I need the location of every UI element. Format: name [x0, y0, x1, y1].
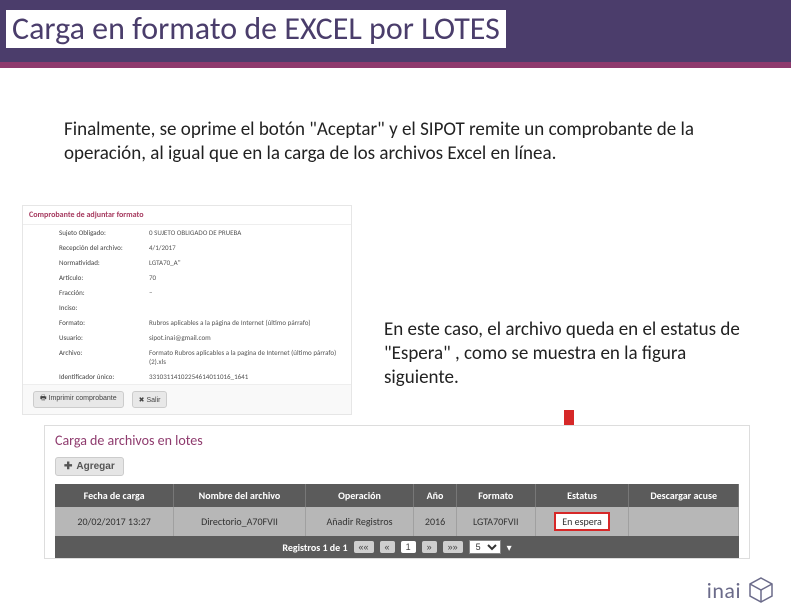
receipt-value: LGTA70_A"	[149, 258, 341, 267]
current-page-button[interactable]: 1	[401, 541, 416, 553]
page-size-select[interactable]: 5	[469, 540, 501, 554]
table-header: Año	[414, 484, 456, 507]
receipt-value: Formato Rubros aplicables a la pagina de…	[149, 348, 341, 366]
cell-fecha: 20/02/2017 13:27	[55, 507, 174, 536]
print-receipt-button[interactable]: 🖶 Imprimir comprobante	[33, 391, 124, 408]
receipt-row: Artículo:70	[23, 270, 351, 285]
logo-text: inai	[707, 577, 741, 604]
receipt-key: Sujeto Obligado:	[59, 228, 149, 237]
table-header: Fecha de carga	[55, 484, 174, 507]
cube-icon	[747, 576, 775, 604]
title-bar: Carga en formato de EXCEL por LOTES	[0, 0, 791, 68]
receipt-value: 70	[149, 273, 341, 282]
receipt-value: sipot.inai@gmail.com	[149, 333, 341, 342]
receipt-key: Normatividad:	[59, 258, 149, 267]
receipt-row: Formato:Rubros aplicables a la página de…	[23, 315, 351, 330]
last-page-button[interactable]: »»	[443, 541, 463, 553]
receipt-key: Archivo:	[59, 348, 149, 366]
table-row: 20/02/2017 13:27 Directorio_A70FVII Añad…	[55, 507, 739, 536]
add-button[interactable]: ✚ Agregar	[55, 457, 124, 476]
receipt-row: Recepción del archivo:4/1/2017	[23, 240, 351, 255]
paginator-label: Registros 1 de 1	[282, 541, 347, 554]
receipt-row: Sujeto Obligado:0 SUJETO OBLIGADO DE PRU…	[23, 225, 351, 240]
cell-operacion: Añadir Registros	[305, 507, 414, 536]
plus-icon: ✚	[64, 461, 72, 472]
table-header: Descargar acuse	[629, 484, 739, 507]
paragraph-1: Finalmente, se oprime el botón "Aceptar"…	[64, 118, 731, 166]
add-label: Agregar	[76, 461, 114, 472]
receipt-rows: Sujeto Obligado:0 SUJETO OBLIGADO DE PRU…	[23, 225, 351, 384]
batch-upload-panel: Carga de archivos en lotes ✚ Agregar Fec…	[44, 425, 750, 559]
receipt-value: –	[149, 288, 341, 297]
exit-label: Salir	[146, 397, 160, 404]
receipt-row: Identificador único:33103114102254614011…	[23, 369, 351, 384]
receipt-row: Inciso:	[23, 300, 351, 315]
table-header: Operación	[305, 484, 414, 507]
paragraph-2: En este caso, el archivo queda en el est…	[384, 318, 761, 389]
receipt-value: 0 SUJETO OBLIGADO DE PRUEBA	[149, 228, 341, 237]
receipt-key: Artículo:	[59, 273, 149, 282]
receipt-key: Formato:	[59, 318, 149, 327]
table-header: Estatus	[535, 484, 629, 507]
cell-acuse	[629, 507, 739, 536]
paginator: Registros 1 de 1 «« « 1 » »» 5 ▾	[55, 536, 739, 558]
chevron-down-icon: ▾	[507, 541, 512, 554]
table-header-row: Fecha de cargaNombre del archivoOperació…	[55, 484, 739, 507]
receipt-button-bar: 🖶 Imprimir comprobante ✖ Salir	[23, 384, 351, 414]
inai-logo: inai	[707, 576, 775, 604]
receipt-panel: Comprobante de adjuntar formato Sujeto O…	[22, 205, 352, 415]
prev-page-button[interactable]: «	[380, 541, 395, 553]
receipt-row: Archivo:Formato Rubros aplicables a la p…	[23, 345, 351, 369]
receipt-row: Usuario:sipot.inai@gmail.com	[23, 330, 351, 345]
batch-table: Fecha de cargaNombre del archivoOperació…	[55, 484, 739, 536]
print-label: Imprimir comprobante	[49, 395, 117, 402]
receipt-key: Recepción del archivo:	[59, 243, 149, 252]
receipt-value	[149, 303, 341, 312]
receipt-key: Inciso:	[59, 303, 149, 312]
cell-nombre: Directorio_A70FVII	[174, 507, 305, 536]
status-badge: En espera	[554, 512, 610, 531]
receipt-row: Fracción:–	[23, 285, 351, 300]
receipt-row: Normatividad:LGTA70_A"	[23, 255, 351, 270]
cell-anio: 2016	[414, 507, 456, 536]
exit-button[interactable]: ✖ Salir	[132, 391, 168, 408]
batch-title: Carga de archivos en lotes	[45, 426, 749, 455]
table-header: Formato	[456, 484, 535, 507]
page-title: Carga en formato de EXCEL por LOTES	[6, 10, 506, 48]
table-header: Nombre del archivo	[174, 484, 305, 507]
receipt-key: Identificador único:	[59, 372, 149, 381]
receipt-value: 33103114102254614011016_1641	[149, 372, 341, 381]
cell-estatus: En espera	[535, 507, 629, 536]
exit-icon: ✖	[139, 397, 145, 404]
next-page-button[interactable]: »	[422, 541, 437, 553]
receipt-title: Comprobante de adjuntar formato	[23, 206, 351, 225]
receipt-key: Fracción:	[59, 288, 149, 297]
receipt-value: Rubros aplicables a la página de Interne…	[149, 318, 341, 327]
cell-formato: LGTA70FVII	[456, 507, 535, 536]
print-icon: 🖶	[40, 395, 47, 402]
first-page-button[interactable]: ««	[354, 541, 374, 553]
receipt-key: Usuario:	[59, 333, 149, 342]
receipt-value: 4/1/2017	[149, 243, 341, 252]
